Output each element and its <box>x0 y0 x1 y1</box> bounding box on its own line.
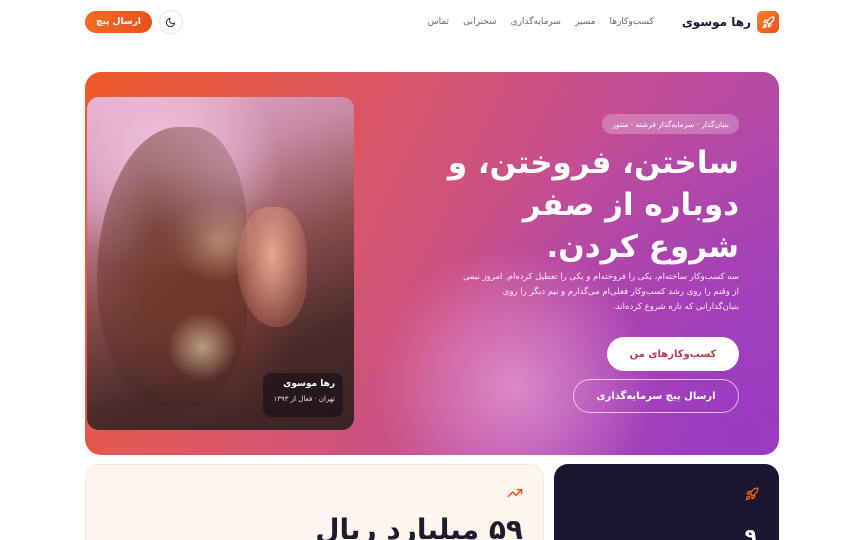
nav-link-businesses[interactable]: کسب‌وکارها <box>609 17 653 27</box>
stat-value: ۵۹ میلیارد ریال <box>315 513 523 540</box>
rocket-icon <box>757 11 779 33</box>
role-badge: بنیان‌گذار · سرمایه‌گذار فرشته · منتور <box>602 114 739 134</box>
nav-link-path[interactable]: مسیر <box>575 17 596 27</box>
profile-name: رها موسوی <box>283 379 335 389</box>
profile-photo: رها موسوی تهران · فعال از ۱۳۹۳ <box>87 97 354 430</box>
nav-link-speaking[interactable]: سخنرانی <box>463 17 497 27</box>
dark-card-number: ۹ <box>744 524 757 540</box>
my-businesses-button[interactable]: کسب‌وکارهای من <box>607 337 739 371</box>
dark-stat-card: ۹ <box>554 464 779 540</box>
top-nav: رها موسوی کسب‌وکارها مسیر سرمایه‌گذاری س… <box>85 8 779 36</box>
photo-lens-flare <box>167 312 237 382</box>
brand[interactable]: رها موسوی <box>682 11 779 33</box>
moon-icon <box>166 17 176 27</box>
trending-up-icon <box>507 485 523 505</box>
hero-description: سه کسب‌وکار ساخته‌ام، یکی را فروخته‌ام و… <box>462 272 739 312</box>
rocket-icon <box>745 486 759 505</box>
brand-name: رها موسوی <box>681 15 751 29</box>
profile-location: تهران · فعال از ۱۳۹۳ <box>273 395 335 403</box>
profile-caption-card: رها موسوی تهران · فعال از ۱۳۹۳ <box>263 373 343 417</box>
nav-link-investment[interactable]: سرمایه‌گذاری <box>511 17 561 27</box>
send-pitch-button[interactable]: ارسال پیچ <box>85 11 152 33</box>
photo-face-shape <box>237 207 307 327</box>
nav-links: کسب‌وکارها مسیر سرمایه‌گذاری سخنرانی تما… <box>428 17 654 27</box>
nav-actions: ارسال پیچ <box>85 10 183 34</box>
stat-card: ۵۹ میلیارد ریال <box>85 464 544 540</box>
nav-link-contact[interactable]: تماس <box>428 17 449 27</box>
send-investment-pitch-button[interactable]: ارسال پیچ سرمایه‌گذاری <box>573 379 739 413</box>
hero-title: ساختن، فروختن، و دوباره از صفر شروع کردن… <box>447 145 739 265</box>
theme-toggle-button[interactable] <box>158 10 183 34</box>
hero-section: رها موسوی تهران · فعال از ۱۳۹۳ بنیان‌گذا… <box>85 72 779 455</box>
